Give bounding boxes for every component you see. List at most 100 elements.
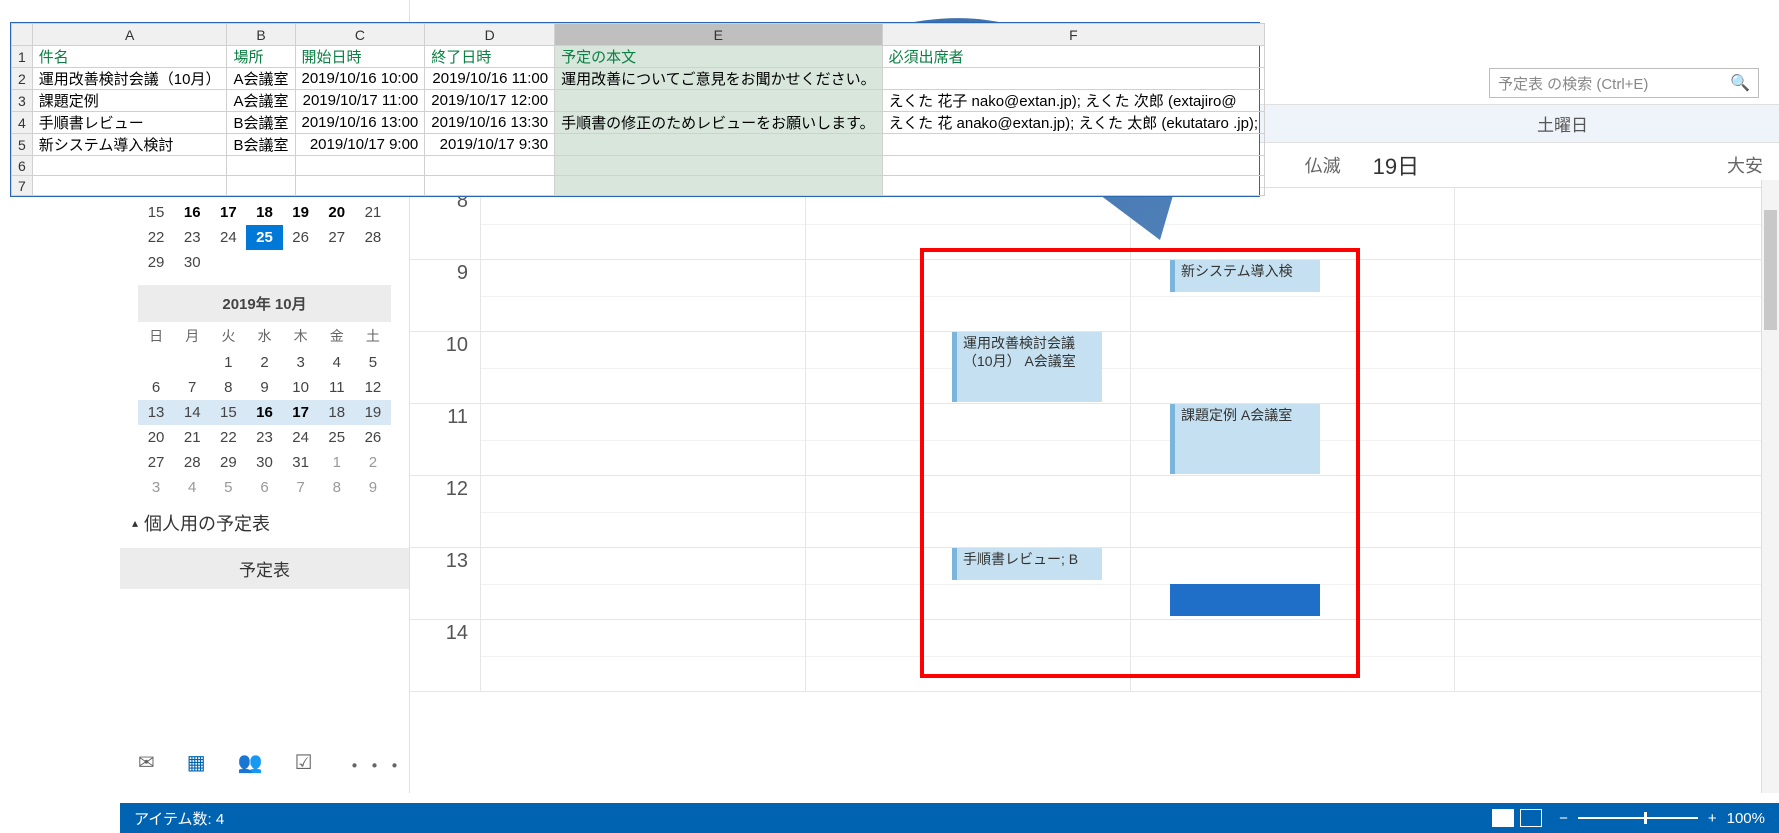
date-cell[interactable]: 14 bbox=[174, 400, 210, 425]
date-cell[interactable]: 3 bbox=[283, 350, 319, 375]
date-cell[interactable]: 2 bbox=[246, 350, 282, 375]
calendar-event[interactable]: 課題定例 A会議室 bbox=[1170, 404, 1320, 474]
date-cell[interactable] bbox=[246, 250, 282, 275]
date-cell[interactable]: 13 bbox=[138, 400, 174, 425]
time-slot[interactable] bbox=[480, 476, 805, 547]
date-cell[interactable]: 26 bbox=[283, 225, 319, 250]
time-slot[interactable] bbox=[805, 404, 1130, 475]
date-cell[interactable]: 5 bbox=[355, 350, 391, 375]
day-header-sat[interactable]: 土曜日 bbox=[1346, 105, 1779, 142]
date-cell[interactable]: 4 bbox=[319, 350, 355, 375]
date-cell[interactable]: 7 bbox=[283, 475, 319, 500]
time-slot[interactable] bbox=[480, 404, 805, 475]
calendar-event[interactable]: 新システム導入検 bbox=[1170, 260, 1320, 292]
date-cell[interactable]: 16 bbox=[246, 400, 282, 425]
date-cell[interactable]: 11 bbox=[319, 375, 355, 400]
time-slot[interactable] bbox=[1130, 188, 1455, 259]
date-cell[interactable]: 2 bbox=[355, 450, 391, 475]
date-cell[interactable]: 1 bbox=[319, 450, 355, 475]
date-cell[interactable]: 25 bbox=[319, 425, 355, 450]
date-cell[interactable]: 10 bbox=[283, 375, 319, 400]
time-slot[interactable] bbox=[1454, 620, 1779, 691]
date-cell[interactable] bbox=[283, 250, 319, 275]
date-cell[interactable]: 28 bbox=[174, 450, 210, 475]
date-cell[interactable]: 24 bbox=[210, 225, 246, 250]
date-cell[interactable]: 3 bbox=[138, 475, 174, 500]
date-cell[interactable]: 27 bbox=[138, 450, 174, 475]
date-cell[interactable]: 19 bbox=[283, 200, 319, 225]
date-cell[interactable]: 31 bbox=[283, 450, 319, 475]
vertical-scrollbar[interactable] bbox=[1761, 180, 1779, 793]
date-cell[interactable] bbox=[138, 350, 174, 375]
calendar-event[interactable] bbox=[1170, 584, 1320, 616]
date-cell[interactable]: 4 bbox=[174, 475, 210, 500]
time-slot[interactable] bbox=[480, 260, 805, 331]
zoom-in-icon[interactable]: + bbox=[1708, 810, 1717, 827]
date-cell[interactable]: 20 bbox=[138, 425, 174, 450]
date-cell[interactable] bbox=[210, 250, 246, 275]
date-cell[interactable]: 24 bbox=[283, 425, 319, 450]
tasks-icon[interactable]: ☑ bbox=[295, 750, 313, 779]
date-cell[interactable]: 17 bbox=[210, 200, 246, 225]
date-cell[interactable]: 16 bbox=[174, 200, 210, 225]
date-cell[interactable]: 8 bbox=[210, 375, 246, 400]
date-cell[interactable]: 1 bbox=[210, 350, 246, 375]
zoom-slider[interactable] bbox=[1578, 817, 1698, 819]
date-cell[interactable]: 6 bbox=[138, 375, 174, 400]
time-slot[interactable] bbox=[1130, 476, 1455, 547]
date-cell[interactable]: 15 bbox=[210, 400, 246, 425]
time-slot[interactable] bbox=[1454, 476, 1779, 547]
date-cell[interactable]: 20 bbox=[319, 200, 355, 225]
scrollbar-thumb[interactable] bbox=[1764, 210, 1777, 330]
time-slot[interactable] bbox=[1130, 620, 1455, 691]
date-cell[interactable] bbox=[355, 250, 391, 275]
calendar-section-header[interactable]: ▴個人用の予定表 bbox=[120, 500, 409, 546]
calendar-item[interactable]: 予定表 bbox=[120, 548, 409, 589]
date-cell[interactable]: 29 bbox=[210, 450, 246, 475]
col-header[interactable]: A bbox=[32, 24, 227, 46]
calendar-icon[interactable]: ▦ bbox=[187, 750, 206, 779]
time-slot[interactable] bbox=[480, 332, 805, 403]
time-slot[interactable] bbox=[480, 188, 805, 259]
search-input[interactable]: 予定表 の検索 (Ctrl+E) 🔍 bbox=[1489, 68, 1759, 98]
date-cell[interactable]: 22 bbox=[138, 225, 174, 250]
date-cell[interactable]: 23 bbox=[174, 225, 210, 250]
time-slot[interactable] bbox=[1454, 260, 1779, 331]
date-cell[interactable]: 7 bbox=[174, 375, 210, 400]
calendar-event[interactable]: 手順書レビュー; B bbox=[952, 548, 1102, 580]
calendar-event[interactable]: 運用改善検討会議（10月） A会議室 bbox=[952, 332, 1102, 402]
date-cell[interactable]: 9 bbox=[246, 375, 282, 400]
time-slot[interactable] bbox=[1454, 188, 1779, 259]
time-slot[interactable] bbox=[805, 476, 1130, 547]
date-cell[interactable]: 23 bbox=[246, 425, 282, 450]
date-cell[interactable]: 22 bbox=[210, 425, 246, 450]
date-cell[interactable]: 21 bbox=[355, 200, 391, 225]
time-slot[interactable] bbox=[805, 260, 1130, 331]
time-slot[interactable] bbox=[480, 620, 805, 691]
date-cell[interactable]: 26 bbox=[355, 425, 391, 450]
month-title[interactable]: 2019年 10月 bbox=[138, 285, 391, 322]
people-icon[interactable]: 👥 bbox=[238, 750, 263, 779]
time-slot[interactable] bbox=[1454, 332, 1779, 403]
date-cell[interactable]: 28 bbox=[355, 225, 391, 250]
time-slot[interactable] bbox=[1454, 548, 1779, 619]
date-cell[interactable]: 30 bbox=[246, 450, 282, 475]
date-cell[interactable]: 18 bbox=[246, 200, 282, 225]
date-cell[interactable]: 21 bbox=[174, 425, 210, 450]
date-cell[interactable]: 12 bbox=[355, 375, 391, 400]
date-cell[interactable]: 30 bbox=[174, 250, 210, 275]
date-cell-19[interactable]: 19日大安 bbox=[1357, 143, 1779, 187]
time-slot[interactable] bbox=[1130, 332, 1455, 403]
zoom-control[interactable]: − + 100% bbox=[1559, 810, 1765, 827]
date-cell[interactable]: 15 bbox=[138, 200, 174, 225]
date-cell[interactable]: 8 bbox=[319, 475, 355, 500]
date-cell[interactable]: 18 bbox=[319, 400, 355, 425]
date-cell[interactable]: 19 bbox=[355, 400, 391, 425]
zoom-out-icon[interactable]: − bbox=[1559, 810, 1568, 827]
more-icon[interactable]: ・・・ bbox=[345, 750, 405, 779]
view-reading-button[interactable] bbox=[1520, 809, 1542, 827]
time-slot[interactable] bbox=[805, 620, 1130, 691]
date-cell[interactable] bbox=[174, 350, 210, 375]
date-cell[interactable]: 27 bbox=[319, 225, 355, 250]
date-cell[interactable]: 6 bbox=[246, 475, 282, 500]
